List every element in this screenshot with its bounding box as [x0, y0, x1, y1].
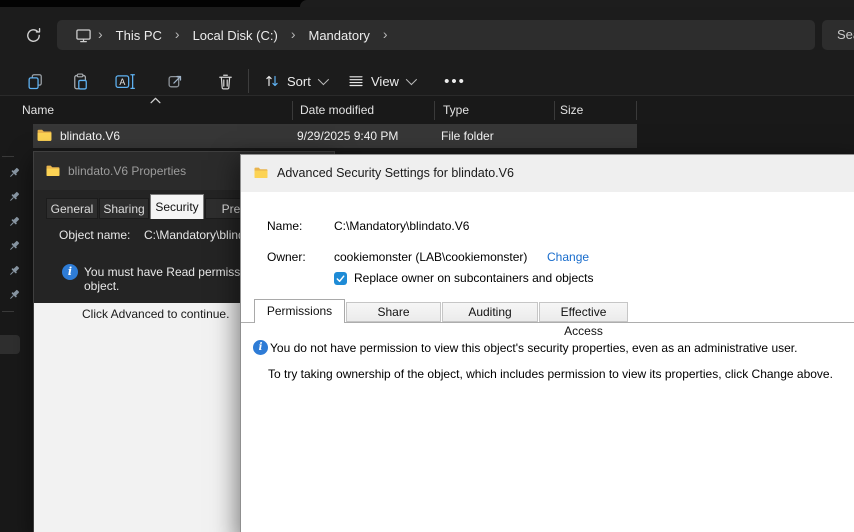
pin-icon[interactable] — [7, 264, 21, 278]
tab-share[interactable]: Share — [346, 302, 441, 322]
view-button[interactable]: View — [342, 66, 420, 96]
breadcrumb-chevron[interactable]: › — [96, 26, 105, 42]
active-tab-strip — [300, 0, 854, 7]
no-permission-message: You do not have permission to view this … — [270, 341, 797, 355]
breadcrumb-chevron[interactable]: › — [289, 26, 298, 42]
address-bar[interactable]: › This PC › Local Disk (C:) › Mandatory … — [57, 20, 815, 50]
chrome-divider — [0, 95, 854, 96]
advanced-dialog-titlebar[interactable]: Advanced Security Settings for blindato.… — [241, 155, 854, 192]
breadcrumb-this-pc[interactable]: This PC — [105, 28, 173, 43]
tab-sharing[interactable]: Sharing — [99, 198, 149, 219]
properties-dialog-title: blindato.V6 Properties — [68, 152, 186, 190]
see-more-button[interactable]: ••• — [438, 66, 472, 96]
view-icon — [348, 73, 364, 89]
rename-icon: A — [115, 73, 136, 90]
view-label: View — [371, 74, 399, 89]
refresh-button[interactable] — [18, 20, 48, 50]
info-icon: i — [253, 340, 268, 355]
search-input[interactable]: Sea — [822, 20, 854, 50]
file-type: File folder — [441, 129, 494, 143]
pin-icon[interactable] — [7, 166, 21, 180]
svg-text:A: A — [119, 76, 125, 86]
breadcrumb-mandatory[interactable]: Mandatory — [298, 28, 381, 43]
replace-owner-checkbox[interactable] — [334, 272, 347, 285]
file-date-modified: 9/29/2025 9:40 PM — [297, 129, 398, 143]
breadcrumb-local-disk-c[interactable]: Local Disk (C:) — [182, 28, 289, 43]
rename-button[interactable]: A — [108, 66, 142, 96]
sidebar-divider — [2, 311, 14, 312]
sort-button[interactable]: Sort — [258, 66, 332, 96]
sidebar-divider — [2, 156, 14, 157]
tab-security[interactable]: Security — [150, 194, 204, 219]
paste-icon — [72, 73, 89, 90]
tab-permissions[interactable]: Permissions — [254, 299, 345, 323]
breadcrumb-chevron[interactable]: › — [381, 26, 390, 42]
advanced-dialog-title: Advanced Security Settings for blindato.… — [277, 155, 514, 192]
column-divider[interactable] — [292, 101, 293, 120]
sort-ascending-icon — [150, 97, 161, 104]
ellipsis-icon: ••• — [444, 73, 466, 90]
checkmark-icon — [335, 273, 346, 284]
column-header-name[interactable]: Name — [22, 103, 54, 117]
pin-icon[interactable] — [7, 215, 21, 229]
object-name-label: Object name: — [59, 228, 130, 242]
table-row[interactable]: blindato.V6 9/29/2025 9:40 PM File folde… — [33, 124, 637, 148]
read-permissions-message: You must have Read permissions object. — [84, 265, 262, 293]
message-line-1: You must have Read permissions — [84, 265, 262, 279]
owner-label: Owner: — [267, 250, 306, 264]
column-divider[interactable] — [434, 101, 435, 120]
tab-auditing[interactable]: Auditing — [442, 302, 538, 322]
column-divider[interactable] — [554, 101, 555, 120]
replace-owner-label[interactable]: Replace owner on subcontainers and objec… — [354, 271, 593, 285]
column-header-size[interactable]: Size — [560, 103, 583, 117]
explorer-chrome: › This PC › Local Disk (C:) › Mandatory … — [0, 7, 854, 96]
info-icon: i — [62, 264, 78, 280]
tab-effective-access[interactable]: Effective Access — [539, 302, 628, 322]
click-advanced-hint: Click Advanced to continue. — [82, 307, 229, 321]
delete-button[interactable] — [208, 66, 242, 96]
breadcrumb-chevron[interactable]: › — [173, 26, 182, 42]
message-line-2: object. — [84, 279, 262, 293]
name-value: C:\Mandatory\blindato.V6 — [334, 219, 469, 233]
column-header-date-modified[interactable]: Date modified — [300, 103, 374, 117]
refresh-icon — [25, 27, 42, 44]
pin-icon[interactable] — [7, 190, 21, 204]
folder-icon — [36, 127, 53, 144]
pin-icon[interactable] — [7, 239, 21, 253]
change-owner-link[interactable]: Change — [547, 250, 589, 264]
owner-value: cookiemonster (LAB\cookiemonster) — [334, 250, 527, 264]
copy-button[interactable] — [18, 66, 52, 96]
column-divider[interactable] — [636, 101, 637, 120]
object-name-value: C:\Mandatory\blindat — [144, 228, 255, 242]
tab-general[interactable]: General — [46, 198, 98, 219]
paste-button[interactable] — [63, 66, 97, 96]
take-ownership-message: To try taking ownership of the object, w… — [268, 367, 833, 381]
sidebar-selected-item[interactable] — [0, 335, 20, 354]
screen: › This PC › Local Disk (C:) › Mandatory … — [0, 0, 854, 532]
sort-icon — [264, 73, 280, 89]
this-pc-icon — [75, 27, 92, 44]
trash-icon — [217, 73, 234, 90]
folder-icon — [45, 163, 61, 179]
toolbar-divider — [248, 69, 249, 93]
column-header-type[interactable]: Type — [443, 103, 469, 117]
chevron-down-icon — [318, 74, 329, 85]
copy-icon — [27, 73, 44, 90]
pin-icon[interactable] — [7, 288, 21, 302]
chevron-down-icon — [406, 74, 417, 85]
share-button[interactable] — [158, 66, 192, 96]
file-name: blindato.V6 — [60, 129, 120, 143]
sort-label: Sort — [287, 74, 311, 89]
advanced-security-dialog: Advanced Security Settings for blindato.… — [240, 154, 854, 532]
name-label: Name: — [267, 219, 302, 233]
share-icon — [167, 73, 184, 90]
folder-icon — [253, 165, 269, 181]
